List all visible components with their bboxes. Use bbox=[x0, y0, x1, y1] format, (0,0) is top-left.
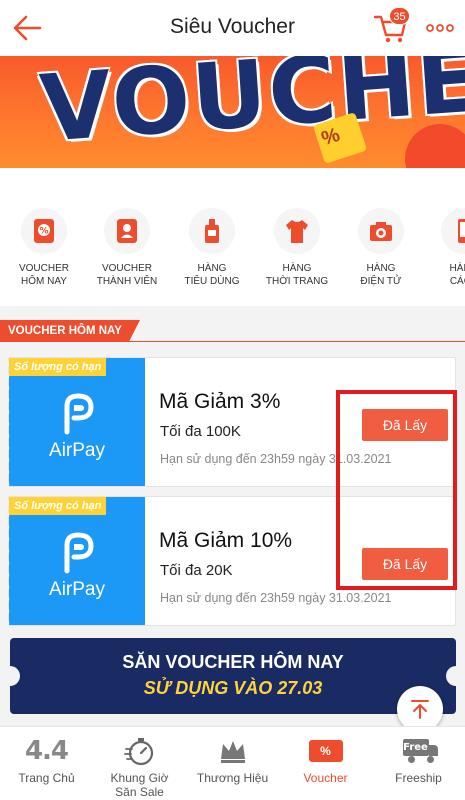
nav-flash-sale[interactable]: Khung Giờ Săn Sale bbox=[93, 735, 186, 799]
header-bar: Siêu Voucher 35 bbox=[0, 0, 465, 56]
airpay-logo-icon bbox=[64, 393, 94, 435]
nav-label: Voucher bbox=[303, 771, 348, 785]
stopwatch-icon bbox=[93, 735, 186, 767]
nav-label: Khung Giờ Săn Sale bbox=[110, 771, 169, 799]
cart-count-badge: 35 bbox=[389, 7, 410, 25]
nav-voucher[interactable]: % Voucher bbox=[279, 735, 372, 785]
promo-banner-title: SĂN VOUCHER HÔM NAY bbox=[122, 652, 344, 672]
section-divider bbox=[0, 341, 465, 342]
category-row: % VOUCHER HÔM NAY VOUCHER THÀNH VIÊN HÀN… bbox=[0, 168, 465, 306]
voucher-title: Mã Giảm 10% bbox=[159, 529, 293, 552]
category-label: VOUCHER HÔM NAY bbox=[18, 263, 69, 287]
category-label: VOUCHER THÀNH VIÊN bbox=[96, 263, 158, 287]
airpay-logo-icon bbox=[64, 532, 94, 574]
limited-quantity-tag: Số lượng có hạn bbox=[9, 497, 107, 515]
promo-banner[interactable]: SĂN VOUCHER HÔM NAY SỬ DỤNG VÀO 27.03 bbox=[10, 638, 456, 714]
more-options-icon[interactable] bbox=[425, 18, 455, 38]
limited-quantity-tag: Số lượng có hạn bbox=[9, 358, 107, 376]
category-label: HÀNG TIÊU DÙNG bbox=[184, 263, 240, 287]
crown-icon bbox=[186, 735, 279, 767]
category-consumer-goods[interactable]: HÀNG TIÊU DÙNG bbox=[172, 208, 252, 288]
consumer-goods-icon bbox=[189, 208, 235, 254]
category-fashion[interactable]: HÀNG THỜI TRANG bbox=[257, 208, 337, 288]
category-label: HÀNG CÁCH bbox=[449, 263, 465, 287]
promo-banner-subtitle: SỬ DỤNG VÀO 27.03 bbox=[143, 678, 323, 698]
category-more[interactable]: HÀNG CÁCH bbox=[424, 208, 465, 288]
fashion-shirt-icon bbox=[274, 208, 320, 254]
nav-label: Trang Chủ bbox=[18, 771, 75, 785]
member-voucher-icon bbox=[104, 208, 150, 254]
nav-label: Freeship bbox=[395, 771, 442, 785]
nav-brands[interactable]: Thương Hiệu bbox=[186, 735, 279, 785]
category-voucher-today[interactable]: % VOUCHER HÔM NAY bbox=[4, 208, 84, 288]
voucher-title: Mã Giảm 3% bbox=[159, 390, 281, 413]
voucher-expiry: Hạn sử dụng đến 23h59 ngày 31.03.2021 bbox=[160, 591, 392, 605]
phone-icon bbox=[441, 208, 465, 254]
voucher-brand-panel: Số lượng có hạn AirPay bbox=[5, 497, 145, 625]
voucher-percent-icon: % bbox=[21, 208, 67, 254]
category-label: HÀNG ĐIỆN TỬ bbox=[360, 263, 402, 287]
nav-label: Thương Hiệu bbox=[196, 771, 269, 785]
voucher-brand-name: AirPay bbox=[49, 579, 105, 600]
section-title: VOUCHER HÔM NAY bbox=[0, 320, 140, 342]
voucher-banner[interactable]: VOUCHER % bbox=[0, 56, 465, 168]
category-voucher-member[interactable]: VOUCHER THÀNH VIÊN bbox=[87, 208, 167, 288]
voucher-brand-name: AirPay bbox=[49, 440, 105, 461]
nav-freeship[interactable]: Free Freeship bbox=[372, 735, 465, 785]
bottom-navigation: 4.4 Trang Chủ Khung Giờ Săn Sale Thương … bbox=[0, 726, 465, 800]
page: Siêu Voucher 35 VOUCHER % % VOUCHER HÔM … bbox=[0, 0, 465, 800]
svg-text:%: % bbox=[39, 227, 48, 237]
highlight-box bbox=[336, 390, 457, 590]
category-electronics[interactable]: HÀNG ĐIỆN TỬ bbox=[341, 208, 421, 288]
voucher-max-discount: Tối đa 20K bbox=[160, 562, 233, 579]
camera-icon bbox=[358, 208, 404, 254]
nav-home[interactable]: 4.4 Trang Chủ bbox=[0, 735, 93, 785]
voucher-icon: % bbox=[279, 735, 372, 767]
arrow-up-icon bbox=[411, 700, 429, 719]
category-label: HÀNG THỜI TRANG bbox=[265, 263, 329, 287]
free-truck-icon: Free bbox=[372, 735, 465, 767]
home-44-icon: 4.4 bbox=[24, 736, 69, 766]
voucher-max-discount: Tối đa 100K bbox=[160, 423, 241, 440]
banner-title: VOUCHER bbox=[36, 56, 465, 163]
voucher-brand-panel: Số lượng có hạn AirPay bbox=[5, 358, 145, 486]
